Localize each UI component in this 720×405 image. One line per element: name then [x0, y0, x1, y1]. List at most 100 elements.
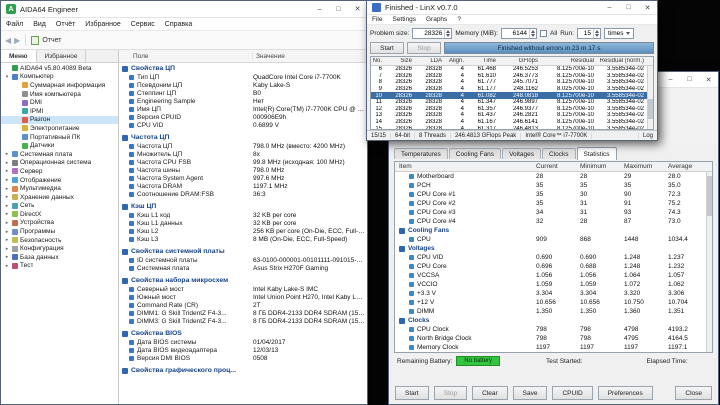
linx-menu-item-3[interactable]: ?	[452, 16, 466, 23]
linx-menu-item-0[interactable]: File	[367, 16, 387, 23]
tab-temperatures[interactable]: Temperatures	[394, 148, 448, 159]
sidebar-item-11[interactable]: ▸ Операционная система	[1, 159, 118, 168]
linx-table-row[interactable]: 8 28326 28328 4 61.777 245.7071 8.125700e-10 3.…	[371, 79, 653, 86]
linx-col-header-6[interactable]: Residual	[541, 58, 597, 64]
problem-size-input[interactable]: 28326	[412, 27, 453, 39]
table-row[interactable]: CPU VID 0.6899 V	[119, 121, 367, 129]
cpuid-button[interactable]: CPUID	[552, 386, 593, 400]
sidebar-item-6[interactable]: Разгон	[1, 115, 118, 125]
forward-icon[interactable]: ▶	[14, 36, 20, 45]
scrollbar-thumb[interactable]	[648, 99, 653, 119]
column-value[interactable]: Значение	[253, 53, 367, 60]
stability-maximize-button[interactable]: □	[680, 72, 699, 87]
table-row[interactable]: Множитель ЦП 8x	[119, 150, 367, 158]
sidebar-item-9[interactable]: Датчики	[1, 141, 118, 150]
linx-table-row[interactable]: 6 28326 28328 4 61.468 246.5253 8.125700e-10 3.…	[371, 66, 653, 73]
table-row[interactable]: Кэш L1 код 32 KB per core	[119, 211, 367, 219]
aida64-maximize-button[interactable]: □	[329, 1, 348, 17]
aida64-close-button[interactable]: ✕	[348, 1, 367, 17]
sidebar-tab-0[interactable]: Меню	[1, 50, 37, 62]
linx-titlebar[interactable]: Finished - LinX v0.7.0 – □ ✕	[367, 1, 657, 15]
linx-maximize-button[interactable]: □	[619, 1, 638, 14]
menu-item-0[interactable]: Файл	[1, 21, 28, 28]
table-row[interactable]: Тип ЦП QuadCore Intel Core i7-7700K	[119, 73, 367, 81]
sidebar-item-16[interactable]: ▸ Сеть	[1, 202, 118, 211]
table-row[interactable]: Дата BIOS видеоадаптера 12/03/13	[119, 346, 367, 354]
table-row[interactable]: Частота System Agent 997.6 MHz	[119, 174, 367, 182]
sidebar-item-2[interactable]: Суммарная информация	[1, 81, 118, 90]
table-row[interactable]: Системная плата Asus Strix H270F Gaming	[119, 264, 367, 272]
sidebar-item-22[interactable]: ▸ База данных	[1, 253, 118, 262]
sidebar-item-7[interactable]: Электропитание	[1, 124, 118, 133]
linx-table-row[interactable]: 10 28326 28328 4 61.082 248.0818 8.125700e-10 3…	[371, 92, 653, 99]
sidebar-item-4[interactable]: DMI	[1, 98, 118, 107]
sidebar-item-1[interactable]: ▾ Компьютер	[1, 73, 118, 82]
stability-minimize-button[interactable]: –	[661, 72, 680, 87]
linx-table-row[interactable]: 9 28326 28328 4 61.177 248.1162 8.025700e-10 3.…	[371, 86, 653, 93]
memory-input[interactable]: 6144	[500, 27, 537, 39]
problem-size-spinner[interactable]	[444, 28, 451, 38]
column-field[interactable]: Поле	[119, 52, 253, 60]
linx-col-header-7[interactable]: Residual (norm.)	[597, 58, 653, 64]
sidebar-item-13[interactable]: ▸ Отображение	[1, 176, 118, 185]
sidebar-item-10[interactable]: ▸ Системная плата	[1, 150, 118, 159]
menu-item-3[interactable]: Избранное	[80, 21, 125, 28]
table-row[interactable]: Command Rate (CR) 2T	[119, 301, 367, 309]
menu-item-5[interactable]: Справка	[160, 21, 197, 28]
table-row[interactable]: Кэш L1 данных 32 KB per core	[119, 219, 367, 227]
sidebar-item-15[interactable]: ▸ Хранение данных	[1, 193, 118, 202]
table-row[interactable]: Псевдоним ЦП Kaby Lake-S	[119, 81, 367, 89]
clear-button[interactable]: Clear	[472, 386, 508, 400]
linx-start-button[interactable]: Start	[370, 42, 404, 54]
tab-statistics[interactable]: Statistics	[576, 147, 617, 160]
table-row[interactable]: Частота ЦП 798.0 MHz (вместо: 4200 MHz)	[119, 142, 367, 150]
table-row[interactable]: Степпинг ЦП B0	[119, 89, 367, 97]
linx-col-header-0[interactable]: No.	[371, 58, 385, 64]
table-row[interactable]: Имя ЦП Intel(R) Core(TM) i7-7700K CPU @ 4…	[119, 105, 367, 113]
tab-cooling-fans[interactable]: Cooling Fans	[448, 148, 502, 159]
linx-col-header-4[interactable]: Time	[467, 58, 499, 64]
linx-minimize-button[interactable]: –	[600, 1, 619, 14]
preferences-button[interactable]: Preferences	[597, 386, 653, 400]
statistics-scrollbar[interactable]	[706, 172, 712, 352]
table-row[interactable]: Версия CPUID 000906E9h	[119, 113, 367, 121]
aida64-titlebar[interactable]: A AIDA64 Engineer – □ ✕	[1, 1, 367, 18]
linx-menu-item-1[interactable]: Settings	[387, 16, 421, 23]
sidebar-tab-1[interactable]: Избранное	[37, 50, 87, 62]
linx-table-row[interactable]: 12 28326 28328 4 61.357 246.9377 8.125700e-10 3…	[371, 106, 653, 113]
table-row[interactable]: Дата BIOS системы 01/04/2017	[119, 338, 367, 346]
status-segment-5[interactable]: Log	[637, 132, 657, 139]
times-dropdown[interactable]: times	[603, 27, 635, 39]
sidebar-item-3[interactable]: Имя компьютера	[1, 90, 118, 99]
stats-col-header-0[interactable]: Item	[395, 163, 536, 170]
back-icon[interactable]: ◀	[5, 36, 11, 45]
scrollbar-thumb[interactable]	[707, 176, 712, 216]
menu-item-2[interactable]: Отчёт	[51, 21, 80, 28]
linx-table-row[interactable]: 14 28326 28328 4 61.167 246.6141 8.125700e-10 3…	[371, 119, 653, 126]
linx-table-row[interactable]: 13 28326 28328 4 61.437 246.2821 8.125700e-10 3…	[371, 112, 653, 119]
linx-close-button[interactable]: ✕	[638, 1, 657, 14]
stats-col-header-3[interactable]: Maximum	[624, 163, 668, 170]
sidebar-item-8[interactable]: Портативный ПК	[1, 133, 118, 142]
linx-table-row[interactable]: 15 28326 28328 4 61.317 246.4813 8.125700e-10 3…	[371, 125, 653, 129]
linx-menu-item-2[interactable]: Graphs	[421, 16, 452, 23]
linx-col-header-5[interactable]: GFlops	[499, 58, 541, 64]
stop-button[interactable]: Stop	[433, 386, 468, 400]
stats-group-row[interactable]: Voltages	[395, 244, 712, 253]
menu-item-4[interactable]: Сервис	[126, 21, 160, 28]
report-button[interactable]: Отчет	[42, 37, 61, 44]
linx-scrollbar[interactable]	[647, 66, 653, 129]
tab-clocks[interactable]: Clocks	[542, 148, 576, 159]
stats-group-row[interactable]: Clocks	[395, 316, 712, 325]
table-row[interactable]: Кэш L2 256 KB per core (On-Die, ECC, Full…	[119, 227, 367, 235]
start-button[interactable]: Start	[395, 386, 429, 400]
sidebar-item-18[interactable]: ▸ Устройства	[1, 219, 118, 228]
stability-close-button[interactable]: ✕	[699, 72, 718, 87]
run-spinner[interactable]	[592, 28, 600, 38]
table-row[interactable]: Версия DMI BIOS 0508	[119, 354, 367, 362]
memory-spinner[interactable]	[528, 28, 536, 38]
sidebar-item-20[interactable]: ▸ Безопасность	[1, 236, 118, 245]
linx-table-row[interactable]: 7 28326 28328 4 61.610 246.3773 8.125700e-10 3.…	[371, 73, 653, 80]
sidebar-item-12[interactable]: ▸ Сервер	[1, 167, 118, 176]
table-row[interactable]: Северный мост Intel Kaby Lake-S IMC	[119, 285, 367, 293]
